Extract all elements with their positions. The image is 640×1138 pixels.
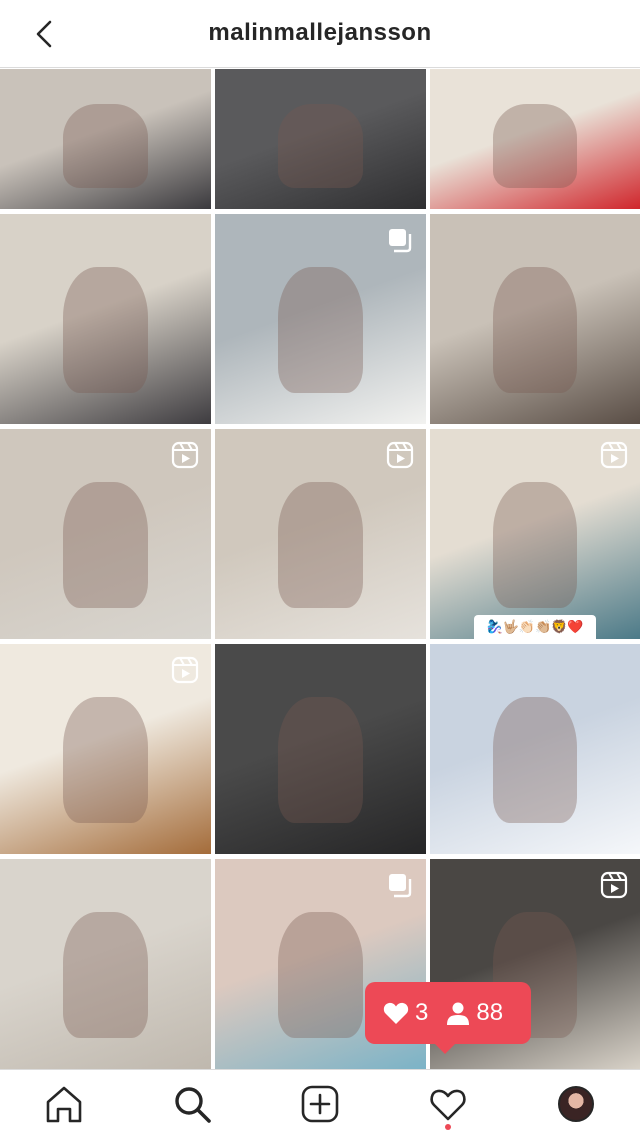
profile-header: malinmallejansson — [0, 0, 640, 68]
person-icon — [447, 1002, 470, 1025]
post-tile[interactable] — [215, 429, 426, 639]
post-thumbnail — [63, 911, 148, 1038]
emoji-caption: 🧞‍♀️🤟🏼👏🏻👏🏼🦁❤️ — [474, 615, 596, 639]
post-thumbnail — [493, 104, 577, 188]
new-post-icon — [301, 1085, 339, 1123]
post-thumbnail — [493, 481, 577, 608]
reel-icon — [171, 441, 199, 469]
post-tile[interactable] — [215, 644, 426, 854]
post-thumbnail — [63, 104, 148, 188]
carousel-icon — [386, 871, 414, 899]
post-thumbnail — [278, 696, 363, 823]
activity-notification-dot — [445, 1124, 451, 1130]
home-icon — [46, 1086, 82, 1123]
profile-avatar — [558, 1086, 594, 1122]
bottom-tab-bar — [0, 1069, 640, 1138]
post-thumbnail — [278, 104, 363, 188]
post-thumbnail — [278, 266, 363, 393]
post-tile[interactable] — [0, 859, 211, 1069]
username-title: malinmallejansson — [208, 19, 432, 46]
post-thumbnail — [493, 266, 577, 393]
likes-stat: 3 — [383, 999, 428, 1027]
post-tile[interactable] — [0, 214, 211, 424]
post-tile[interactable] — [215, 214, 426, 424]
search-icon — [175, 1087, 211, 1123]
activity-icon — [430, 1089, 466, 1121]
likes-count: 3 — [415, 999, 429, 1026]
followers-stat: 88 — [446, 999, 503, 1027]
reel-icon — [600, 441, 628, 469]
post-thumbnail — [63, 481, 148, 608]
activity-notification-bubble[interactable]: 3 88 — [365, 982, 531, 1054]
post-tile[interactable] — [0, 644, 211, 854]
post-tile[interactable] — [0, 69, 211, 209]
tab-new-post[interactable] — [298, 1082, 342, 1126]
posts-grid: 🧞‍♀️🤟🏼👏🏻👏🏼🦁❤️ — [0, 69, 640, 1069]
tab-profile[interactable] — [554, 1082, 598, 1126]
heart-icon — [383, 1002, 409, 1024]
tab-search[interactable] — [170, 1082, 214, 1126]
carousel-icon — [386, 226, 414, 254]
post-tile[interactable] — [215, 69, 426, 209]
tab-home[interactable] — [42, 1082, 86, 1126]
post-thumbnail — [278, 911, 363, 1038]
post-tile[interactable] — [430, 214, 640, 424]
post-thumbnail — [63, 266, 148, 393]
post-thumbnail — [63, 696, 148, 823]
post-tile[interactable] — [430, 69, 640, 209]
post-thumbnail — [493, 696, 577, 823]
post-tile[interactable] — [0, 429, 211, 639]
reel-icon — [386, 441, 414, 469]
followers-count: 88 — [476, 999, 504, 1026]
tab-activity[interactable] — [426, 1082, 470, 1126]
reel-icon — [171, 656, 199, 684]
post-tile[interactable] — [430, 644, 640, 854]
reel-icon — [600, 871, 628, 899]
post-tile[interactable]: 🧞‍♀️🤟🏼👏🏻👏🏼🦁❤️ — [430, 429, 640, 639]
post-thumbnail — [278, 481, 363, 608]
